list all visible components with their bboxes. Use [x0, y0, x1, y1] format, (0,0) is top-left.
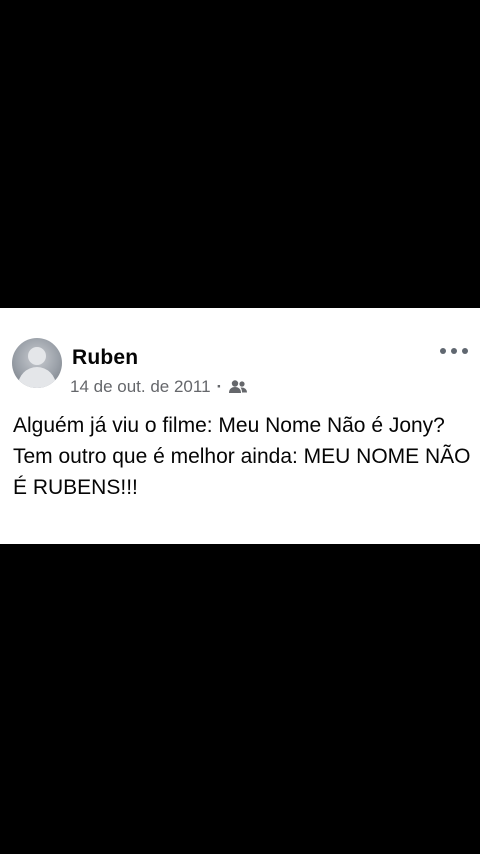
post-meta: 14 de out. de 2011 · [70, 377, 248, 397]
more-options-button[interactable] [440, 344, 468, 358]
more-options-icon-dot [462, 348, 468, 354]
avatar[interactable] [12, 338, 62, 388]
author-name[interactable]: Ruben [72, 346, 138, 370]
screen: Ruben 14 de out. de 2011 · Alguém já viu… [0, 0, 480, 854]
meta-separator: · [216, 377, 223, 396]
post-date[interactable]: 14 de out. de 2011 [70, 377, 211, 397]
avatar-head [28, 347, 46, 365]
post-text: Alguém já viu o filme: Meu Nome Não é Jo… [13, 414, 471, 499]
more-options-icon [440, 348, 446, 354]
friends-icon [228, 379, 248, 395]
post-card: Ruben 14 de out. de 2011 · Alguém já viu… [0, 308, 480, 544]
more-options-icon-dot [451, 348, 457, 354]
avatar-body [18, 367, 56, 388]
